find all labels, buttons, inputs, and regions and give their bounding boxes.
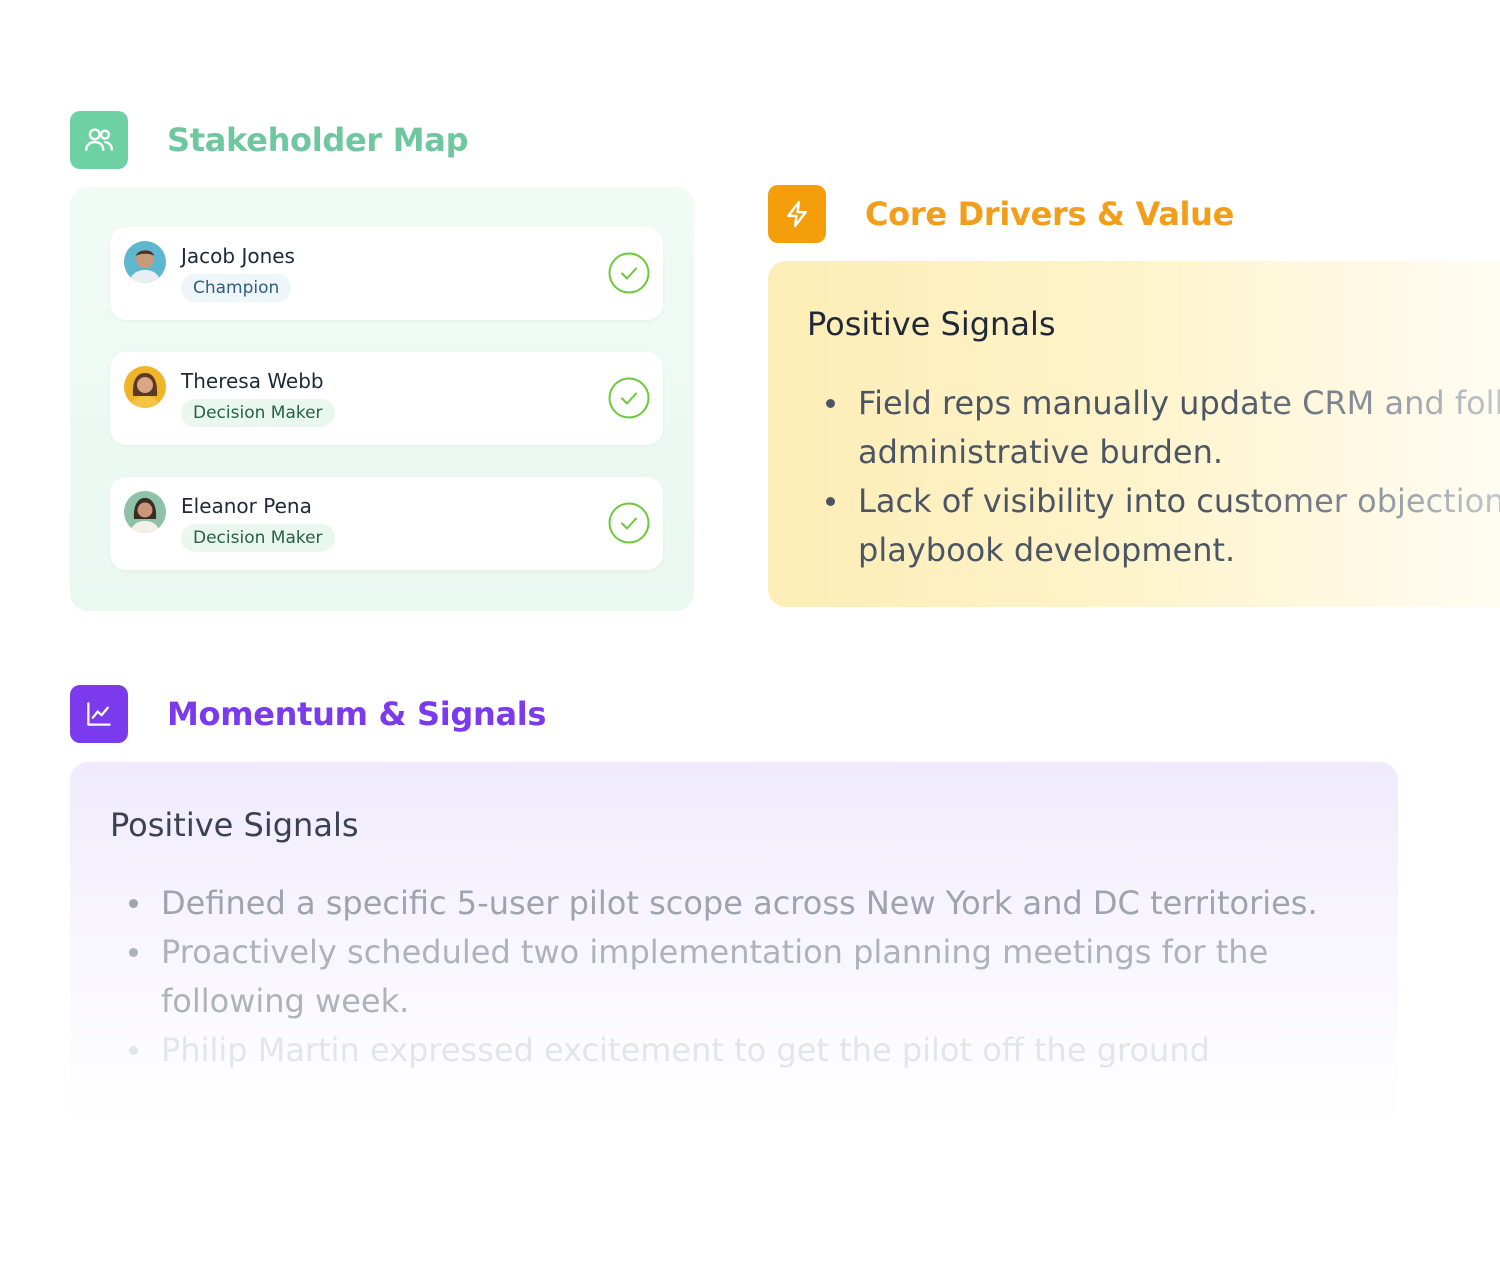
list-item: Lack of visibility into customer objecti… [806, 477, 1500, 575]
stakeholder-name: Eleanor Pena [181, 494, 312, 518]
check-circle-icon [608, 252, 650, 294]
momentum-list: Defined a specific 5-user pilot scope ac… [109, 879, 1369, 1075]
core-drivers-title: Core Drivers & Value [865, 195, 1235, 233]
momentum-title: Momentum & Signals [167, 695, 547, 733]
role-badge: Decision Maker [181, 399, 335, 427]
avatar [124, 366, 166, 408]
momentum-header: Momentum & Signals [70, 685, 546, 743]
role-badge: Champion [181, 274, 292, 302]
core-drivers-list: Field reps manually update CRM and foll … [806, 379, 1500, 575]
avatar [124, 241, 166, 283]
momentum-heading: Positive Signals [110, 806, 359, 844]
list-item: Defined a specific 5-user pilot scope ac… [109, 879, 1369, 928]
stakeholder-card-theresa-webb[interactable]: Theresa Webb Decision Maker [110, 352, 663, 445]
stakeholder-card-jacob-jones[interactable]: Jacob Jones Champion [110, 227, 663, 320]
stakeholder-card-eleanor-pena[interactable]: Eleanor Pena Decision Maker [110, 477, 663, 570]
list-item: Field reps manually update CRM and foll … [806, 379, 1500, 477]
lightning-icon [768, 185, 826, 243]
core-drivers-header: Core Drivers & Value [768, 185, 1234, 243]
check-circle-icon [608, 502, 650, 544]
core-drivers-panel: Positive Signals Field reps manually upd… [768, 261, 1500, 607]
momentum-panel: Positive Signals Defined a specific 5-us… [70, 762, 1398, 1122]
check-circle-icon [608, 377, 650, 419]
page: Stakeholder Map Jacob Jones Champion The… [0, 0, 1500, 1272]
users-icon [70, 111, 128, 169]
role-badge: Decision Maker [181, 524, 335, 552]
stakeholder-map-title: Stakeholder Map [167, 121, 469, 159]
stakeholder-name: Theresa Webb [181, 369, 324, 393]
avatar [124, 491, 166, 533]
stakeholder-name: Jacob Jones [181, 244, 295, 268]
stakeholder-panel: Jacob Jones Champion Theresa Webb Decisi… [70, 187, 694, 611]
stakeholder-map-header: Stakeholder Map [70, 111, 468, 169]
core-drivers-heading: Positive Signals [807, 305, 1056, 343]
list-item: Proactively scheduled two implementation… [109, 928, 1369, 1026]
chart-line-icon [70, 685, 128, 743]
list-item: Philip Martin expressed excitement to ge… [109, 1026, 1369, 1075]
